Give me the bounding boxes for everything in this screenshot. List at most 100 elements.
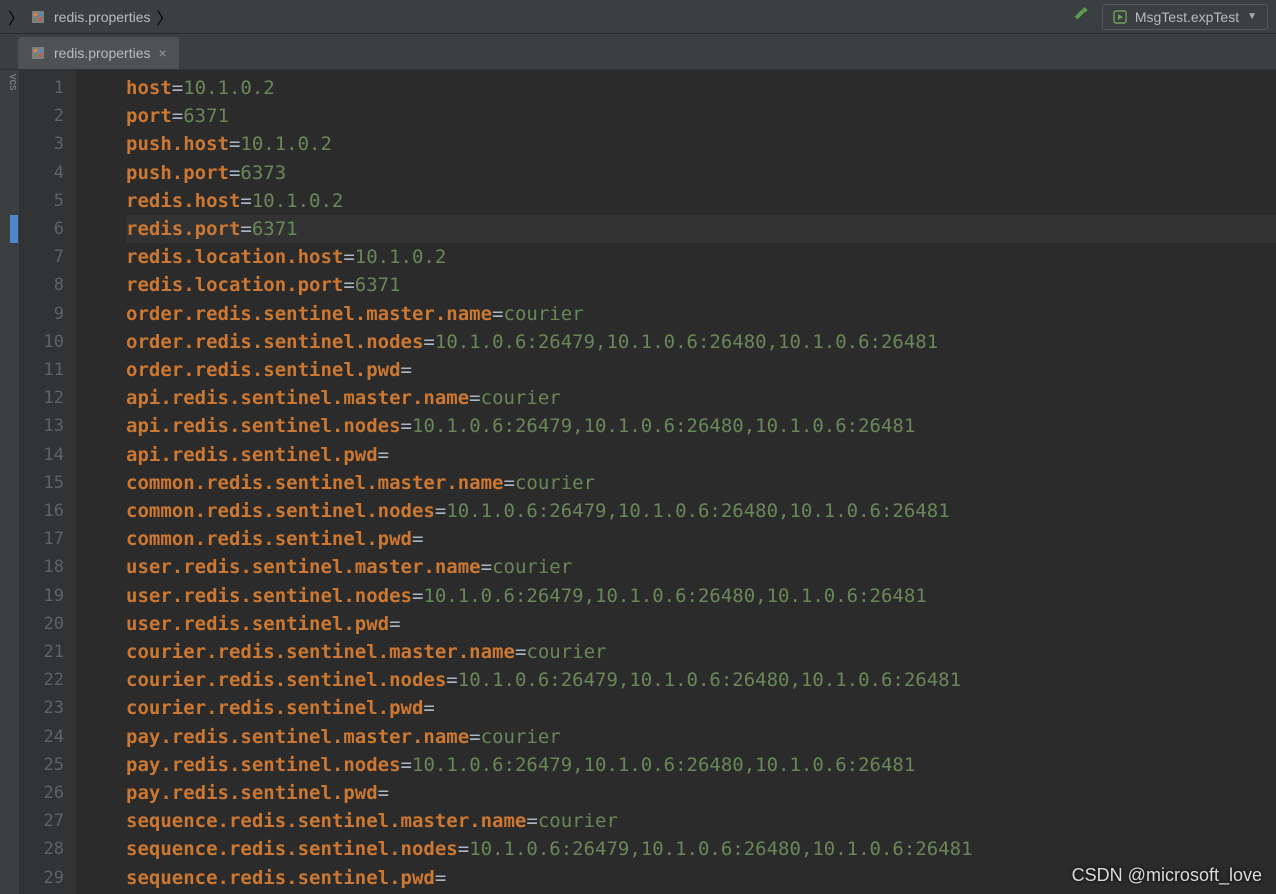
equals-sign: =	[435, 867, 446, 889]
breadcrumb-filename: redis.properties	[54, 9, 151, 25]
code-line[interactable]: push.host=10.1.0.2	[126, 130, 1276, 158]
equals-sign: =	[469, 726, 480, 748]
code-line[interactable]: order.redis.sentinel.pwd=	[126, 356, 1276, 384]
code-editor[interactable]: host=10.1.0.2port=6371push.host=10.1.0.2…	[86, 70, 1276, 894]
equals-sign: =	[423, 331, 434, 353]
property-value: 6371	[252, 218, 298, 240]
line-number: 15	[20, 469, 64, 497]
breadcrumb[interactable]: redis.properties	[30, 9, 151, 25]
line-number: 8	[20, 271, 64, 299]
property-key: common.redis.sentinel.pwd	[126, 528, 412, 550]
line-number: 4	[20, 159, 64, 187]
property-key: api.redis.sentinel.nodes	[126, 415, 401, 437]
property-value: 10.1.0.2	[183, 77, 275, 99]
line-number: 13	[20, 412, 64, 440]
property-key: sequence.redis.sentinel.pwd	[126, 867, 435, 889]
code-line[interactable]: api.redis.sentinel.master.name=courier	[126, 384, 1276, 412]
build-hammer-icon[interactable]	[1072, 5, 1090, 28]
line-number: 10	[20, 328, 64, 356]
editor-tab[interactable]: redis.properties ×	[18, 37, 179, 69]
property-key: redis.host	[126, 190, 240, 212]
code-line[interactable]: redis.host=10.1.0.2	[126, 187, 1276, 215]
property-value: 10.1.0.6:26479,10.1.0.6:26480,10.1.0.6:2…	[412, 754, 915, 776]
property-value: 10.1.0.6:26479,10.1.0.6:26480,10.1.0.6:2…	[435, 331, 938, 353]
line-number: 19	[20, 582, 64, 610]
properties-file-icon	[30, 9, 46, 25]
equals-sign: =	[229, 133, 240, 155]
code-line[interactable]: sequence.redis.sentinel.nodes=10.1.0.6:2…	[126, 835, 1276, 863]
property-key: pay.redis.sentinel.master.name	[126, 726, 469, 748]
code-line[interactable]: push.port=6373	[126, 159, 1276, 187]
code-line[interactable]: api.redis.sentinel.nodes=10.1.0.6:26479,…	[126, 412, 1276, 440]
code-line[interactable]: redis.port=6371	[126, 215, 1276, 243]
property-key: redis.location.host	[126, 246, 343, 268]
code-line[interactable]: port=6371	[126, 102, 1276, 130]
property-value: 6371	[355, 274, 401, 296]
code-line[interactable]: courier.redis.sentinel.nodes=10.1.0.6:26…	[126, 666, 1276, 694]
equals-sign: =	[504, 472, 515, 494]
equals-sign: =	[446, 669, 457, 691]
property-key: api.redis.sentinel.master.name	[126, 387, 469, 409]
property-value: courier	[492, 556, 572, 578]
line-number: 24	[20, 723, 64, 751]
left-toolwindow-stripe[interactable]: vcs	[0, 70, 20, 894]
code-line[interactable]: common.redis.sentinel.master.name=courie…	[126, 469, 1276, 497]
property-key: redis.port	[126, 218, 240, 240]
editor-area: vcs 123456789101112131415161718192021222…	[0, 70, 1276, 894]
code-line[interactable]: order.redis.sentinel.nodes=10.1.0.6:2647…	[126, 328, 1276, 356]
line-number: 23	[20, 694, 64, 722]
watermark-text: CSDN @microsoft_love	[1072, 865, 1262, 886]
line-number: 17	[20, 525, 64, 553]
properties-file-icon	[30, 45, 46, 61]
property-key: api.redis.sentinel.pwd	[126, 444, 378, 466]
code-line[interactable]: common.redis.sentinel.pwd=	[126, 525, 1276, 553]
code-line[interactable]: user.redis.sentinel.pwd=	[126, 610, 1276, 638]
line-number: 14	[20, 441, 64, 469]
code-line[interactable]: redis.location.port=6371	[126, 271, 1276, 299]
property-key: user.redis.sentinel.nodes	[126, 585, 412, 607]
equals-sign: =	[378, 782, 389, 804]
property-key: order.redis.sentinel.nodes	[126, 331, 423, 353]
code-line[interactable]: order.redis.sentinel.master.name=courier	[126, 300, 1276, 328]
code-line[interactable]: sequence.redis.sentinel.master.name=cour…	[126, 807, 1276, 835]
property-value: courier	[538, 810, 618, 832]
equals-sign: =	[343, 274, 354, 296]
property-key: pay.redis.sentinel.nodes	[126, 754, 401, 776]
property-key: sequence.redis.sentinel.nodes	[126, 838, 458, 860]
code-line[interactable]: user.redis.sentinel.nodes=10.1.0.6:26479…	[126, 582, 1276, 610]
equals-sign: =	[526, 810, 537, 832]
property-value: courier	[526, 641, 606, 663]
code-line[interactable]: redis.location.host=10.1.0.2	[126, 243, 1276, 271]
line-number: 2	[20, 102, 64, 130]
code-line[interactable]: courier.redis.sentinel.pwd=	[126, 694, 1276, 722]
property-key: sequence.redis.sentinel.master.name	[126, 810, 526, 832]
code-line[interactable]: pay.redis.sentinel.master.name=courier	[126, 723, 1276, 751]
run-configuration-combo[interactable]: MsgTest.expTest ▼	[1102, 4, 1268, 30]
equals-sign: =	[423, 697, 434, 719]
code-line[interactable]: common.redis.sentinel.nodes=10.1.0.6:264…	[126, 497, 1276, 525]
code-line[interactable]: pay.redis.sentinel.nodes=10.1.0.6:26479,…	[126, 751, 1276, 779]
property-value: 10.1.0.2	[355, 246, 447, 268]
property-key: pay.redis.sentinel.pwd	[126, 782, 378, 804]
line-number: 27	[20, 807, 64, 835]
property-key: courier.redis.sentinel.nodes	[126, 669, 446, 691]
line-number: 5	[20, 187, 64, 215]
equals-sign: =	[172, 105, 183, 127]
line-number: 9	[20, 300, 64, 328]
property-value: 10.1.0.2	[252, 190, 344, 212]
code-line[interactable]: courier.redis.sentinel.master.name=couri…	[126, 638, 1276, 666]
property-value: 10.1.0.2	[240, 133, 332, 155]
line-number: 3	[20, 130, 64, 158]
equals-sign: =	[481, 556, 492, 578]
code-line[interactable]: pay.redis.sentinel.pwd=	[126, 779, 1276, 807]
line-number: 29	[20, 864, 64, 892]
code-line[interactable]: host=10.1.0.2	[126, 74, 1276, 102]
code-line[interactable]: api.redis.sentinel.pwd=	[126, 441, 1276, 469]
line-number: 16	[20, 497, 64, 525]
close-tab-icon[interactable]: ×	[159, 46, 167, 60]
line-number: 18	[20, 553, 64, 581]
code-line[interactable]: user.redis.sentinel.master.name=courier	[126, 553, 1276, 581]
equals-sign: =	[515, 641, 526, 663]
gutter[interactable]: 1234567891011121314151617181920212223242…	[20, 70, 76, 894]
equals-sign: =	[412, 528, 423, 550]
